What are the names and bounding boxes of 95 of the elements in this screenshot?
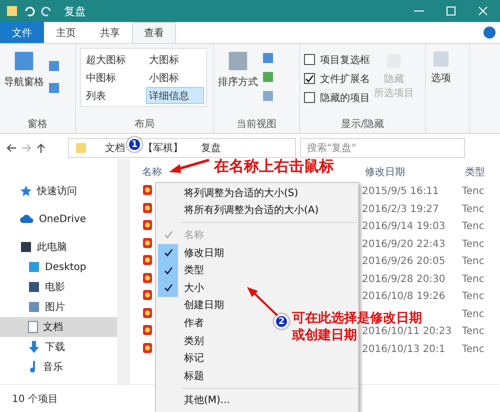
menu-item[interactable]: 标记 (156, 349, 210, 367)
file-icon (142, 289, 153, 302)
table-cell: 2016/2/3 19:27 (362, 204, 439, 215)
file-icon (142, 324, 153, 336)
table-cell: 2016/9/20 22:43 (362, 238, 446, 250)
group-label: 窗格 (26, 118, 48, 132)
layout-option[interactable]: 小图标 (146, 69, 204, 86)
navigation-pane-button[interactable]: 导航窗格 (4, 48, 44, 89)
layout-option[interactable]: 详细信息 (146, 87, 204, 104)
layout-option[interactable]: 超大图标 (83, 51, 145, 68)
sidebar-item[interactable]: 此电脑 (0, 237, 117, 257)
back-icon[interactable] (6, 143, 17, 153)
file-icon (142, 219, 153, 232)
search-field[interactable]: 搜索"复盘" (300, 138, 465, 158)
sidebar-item[interactable]: 电影 (0, 277, 117, 297)
breadcrumb[interactable]: 复盘 (201, 141, 221, 155)
table-cell: 2016/9/26 20:05 (362, 256, 446, 268)
sidebar-item[interactable]: Desktop (0, 257, 117, 277)
file-icon (142, 272, 153, 284)
menu-item[interactable]: 类型 (156, 261, 210, 279)
up-icon[interactable] (36, 142, 46, 154)
options-button[interactable]: 选项 (430, 48, 452, 85)
table-cell: Tenc (462, 186, 484, 198)
table-cell: Tenc (462, 344, 484, 355)
checkbox[interactable]: 文件扩展名 (304, 69, 370, 88)
table-cell: 2016/10/8 19:26 (362, 291, 446, 302)
group-label: 显示/隐藏 (340, 118, 386, 132)
group-label: 当前视图 (236, 118, 278, 132)
sort-button[interactable]: 排序方式 (218, 48, 258, 89)
sidebar-item[interactable]: OneDrive (0, 209, 117, 229)
table-cell: Tenc (462, 308, 484, 320)
sidebar-item[interactable]: 下载 (0, 337, 117, 357)
cloud-icon (20, 214, 34, 224)
menu-item[interactable]: 大小 (156, 278, 210, 297)
layout-option[interactable]: 大图标 (146, 51, 204, 68)
checkbox[interactable]: 项目复选框 (304, 50, 370, 69)
file-icon (142, 342, 153, 354)
close-icon[interactable] (478, 6, 488, 16)
table-cell: Tenc (462, 221, 484, 232)
menu-item[interactable]: 类别 (156, 332, 210, 350)
menu-item[interactable]: 其他(M)... (156, 392, 236, 410)
sidebar-item[interactable]: 文档 (0, 317, 117, 337)
menu-item[interactable]: 标题 (156, 366, 210, 385)
menu-item[interactable]: 将所有列调整为合适的大小(A) (156, 202, 325, 220)
menu-item[interactable]: 作者 (156, 314, 210, 332)
file-icon (142, 254, 153, 266)
column-header[interactable]: 类型 (465, 165, 485, 179)
menu-item[interactable]: 修改日期 (156, 244, 230, 262)
breadcrumb[interactable]: 文档 (105, 141, 125, 155)
table-cell: Tenc (462, 256, 484, 268)
column-header[interactable]: 名称 (142, 165, 162, 179)
sidebar-item[interactable]: 快速访问 (0, 181, 117, 201)
table-cell: Tenc (462, 326, 484, 338)
ribbon-tab[interactable]: 查看 (132, 22, 176, 43)
table-cell: 2016/9/28 20:30 (362, 274, 446, 285)
column-header[interactable]: 修改日期 (365, 165, 405, 179)
breadcrumb[interactable]: 【军棋】 (143, 141, 183, 155)
menu-item[interactable]: 将列调整为合适的大小(S) (156, 184, 304, 202)
sidebar-item[interactable]: 音乐 (0, 357, 117, 377)
document-icon (28, 321, 38, 333)
annotation-text: 或创建日期 (292, 328, 357, 345)
check-icon (305, 74, 314, 83)
ribbon-tab[interactable]: 文件 (0, 22, 44, 43)
table-cell: Tenc (462, 204, 484, 215)
folder-icon (6, 5, 18, 17)
undo-icon (24, 6, 35, 16)
table-cell: Tenc (462, 274, 484, 285)
music-note-icon (28, 361, 38, 373)
file-icon (142, 184, 153, 196)
layout-option[interactable]: 列表 (83, 87, 145, 104)
annotation-text: 可在此选择是修改日期 (292, 311, 422, 326)
table-cell: Tenc (462, 238, 484, 250)
table-cell: 2016/10/11 20:23 (362, 326, 452, 338)
window-title: 复盘 (64, 4, 86, 18)
annotation-text: 在名称上右击鼠标 (214, 157, 334, 176)
group-label: 布局 (134, 118, 156, 132)
table-cell: 2016/9/14 19:03 (362, 221, 446, 232)
table-cell: 2016/10/13 20:1 (362, 344, 446, 355)
folder-icon (75, 142, 87, 154)
checkbox[interactable]: 隐藏的项目 (304, 88, 370, 107)
layout-option[interactable]: 中图标 (83, 69, 145, 86)
scrollbar[interactable] (117, 159, 130, 384)
maximize-icon[interactable] (446, 6, 456, 16)
download-icon (28, 341, 40, 353)
number-badge: 1 (127, 137, 142, 152)
star-icon (20, 185, 32, 197)
sidebar-item[interactable]: 图片 (0, 297, 117, 317)
table-cell: Tenc (462, 291, 484, 302)
table-cell: 2015/9/5 16:11 (362, 186, 439, 198)
file-icon (142, 306, 153, 319)
redo-icon (41, 6, 52, 16)
file-icon (142, 202, 153, 214)
file-icon (142, 236, 153, 249)
menu-item[interactable]: 创建日期 (156, 296, 230, 314)
annotation-arrow (168, 157, 210, 175)
